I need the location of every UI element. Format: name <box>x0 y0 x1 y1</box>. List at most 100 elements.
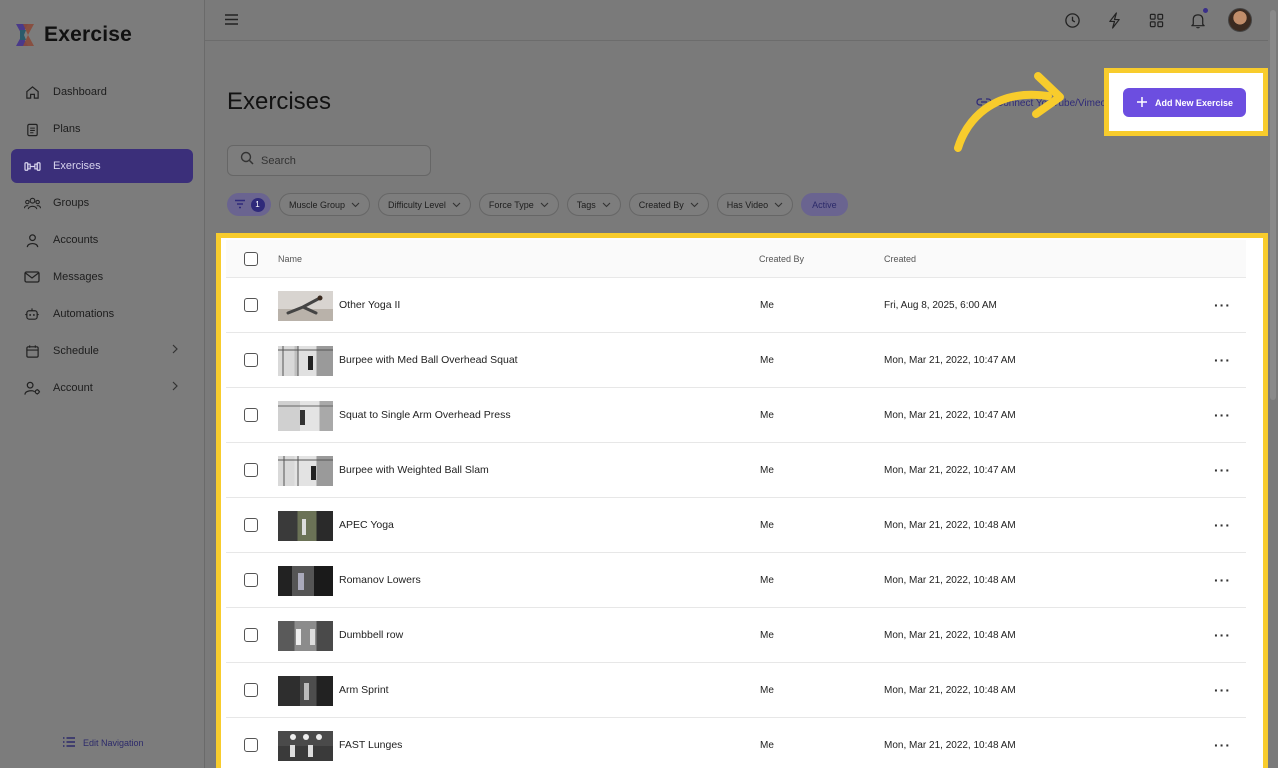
filter-label: Difficulty Level <box>388 199 446 210</box>
created-date: Mon, Mar 21, 2022, 10:47 AM <box>884 464 1016 476</box>
lightning-icon[interactable] <box>1102 8 1126 32</box>
home-icon <box>23 83 41 101</box>
row-checkbox[interactable] <box>244 738 258 752</box>
chevron-down-icon <box>774 200 783 210</box>
filter-tags[interactable]: Tags <box>566 193 621 216</box>
created-date: Mon, Mar 21, 2022, 10:48 AM <box>884 574 1016 586</box>
avatar[interactable] <box>1228 8 1252 32</box>
filter-muscle-group[interactable]: Muscle Group <box>279 193 371 216</box>
filter-created-by[interactable]: Created By <box>628 193 709 216</box>
sidebar-item-dashboard[interactable]: Dashboard <box>11 75 193 109</box>
add-new-exercise-button[interactable]: Add New Exercise <box>1123 88 1246 117</box>
exercise-thumbnail <box>278 401 333 431</box>
chevron-right-icon <box>171 381 179 394</box>
notification-dot <box>1203 8 1208 13</box>
add-new-exercise-label: Add New Exercise <box>1154 97 1234 108</box>
table-row[interactable]: Romanov Lowers Me Mon, Mar 21, 2022, 10:… <box>226 553 1246 608</box>
exercise-name: Other Yoga II <box>339 299 401 311</box>
more-options-icon[interactable]: ··· <box>1214 352 1231 368</box>
chevron-down-icon <box>540 200 549 210</box>
bell-icon[interactable] <box>1186 8 1210 32</box>
search-input[interactable] <box>261 154 411 167</box>
table-row[interactable]: FAST Lunges Me Mon, Mar 21, 2022, 10:48 … <box>226 718 1246 768</box>
table-row[interactable]: Squat to Single Arm Overhead Press Me Mo… <box>226 388 1246 443</box>
row-checkbox[interactable] <box>244 518 258 532</box>
exercise-name: APEC Yoga <box>339 519 394 531</box>
filter-label: Muscle Group <box>289 199 346 210</box>
sidebar-item-messages[interactable]: Messages <box>11 260 193 294</box>
page-scrollbar[interactable] <box>1270 10 1276 400</box>
row-checkbox[interactable] <box>244 628 258 642</box>
row-checkbox[interactable] <box>244 573 258 587</box>
sidebar-item-label: Exercises <box>53 160 101 172</box>
edit-navigation-link[interactable]: Edit Navigation <box>62 736 144 750</box>
app-logo[interactable]: Exercise <box>14 22 132 48</box>
chevron-down-icon <box>602 200 611 210</box>
filter-toggle-button[interactable]: 1 <box>227 193 271 216</box>
select-all-checkbox[interactable] <box>244 252 258 266</box>
dumbbell-icon <box>23 157 41 175</box>
exercise-name: Arm Sprint <box>339 684 389 696</box>
row-checkbox[interactable] <box>244 353 258 367</box>
sidebar-item-schedule[interactable]: Schedule <box>11 334 193 368</box>
column-header-name[interactable]: Name <box>278 254 302 264</box>
exercise-name: Burpee with Weighted Ball Slam <box>339 464 489 476</box>
clock-icon[interactable] <box>1060 8 1084 32</box>
sidebar-item-automations[interactable]: Automations <box>11 297 193 331</box>
more-options-icon[interactable]: ··· <box>1214 517 1231 533</box>
more-options-icon[interactable]: ··· <box>1214 407 1231 423</box>
more-options-icon[interactable]: ··· <box>1214 682 1231 698</box>
row-checkbox[interactable] <box>244 683 258 697</box>
exercise-name: Squat to Single Arm Overhead Press <box>339 409 511 421</box>
table-row[interactable]: Arm Sprint Me Mon, Mar 21, 2022, 10:48 A… <box>226 663 1246 718</box>
sidebar-item-accounts[interactable]: Accounts <box>11 223 193 257</box>
created-by: Me <box>760 464 774 476</box>
exercise-thumbnail <box>278 346 333 376</box>
filter-active[interactable]: Active <box>801 193 848 216</box>
table-row[interactable]: Other Yoga II Me Fri, Aug 8, 2025, 6:00 … <box>226 278 1246 333</box>
table-row[interactable]: Burpee with Med Ball Overhead Squat Me M… <box>226 333 1246 388</box>
sidebar-item-exercises[interactable]: Exercises <box>11 149 193 183</box>
sidebar-item-label: Groups <box>53 197 90 209</box>
more-options-icon[interactable]: ··· <box>1214 572 1231 588</box>
table-row[interactable]: APEC Yoga Me Mon, Mar 21, 2022, 10:48 AM… <box>226 498 1246 553</box>
app-name: Exercise <box>44 23 133 46</box>
filter-force-type[interactable]: Force Type <box>478 193 559 216</box>
exercise-thumbnail <box>278 511 333 541</box>
sidebar-item-plans[interactable]: Plans <box>11 112 193 146</box>
grid-icon[interactable] <box>1144 8 1168 32</box>
table-row[interactable]: Burpee with Weighted Ball Slam Me Mon, M… <box>226 443 1246 498</box>
plus-icon <box>1136 96 1148 110</box>
created-date: Mon, Mar 21, 2022, 10:48 AM <box>884 519 1016 531</box>
sidebar-item-account[interactable]: Account <box>11 371 193 405</box>
sidebar-nav: Dashboard Plans Exercises Groups Account… <box>11 75 193 408</box>
filter-difficulty-level[interactable]: Difficulty Level <box>378 193 471 216</box>
more-options-icon[interactable]: ··· <box>1214 297 1231 313</box>
more-options-icon[interactable]: ··· <box>1214 627 1231 643</box>
sidebar-item-label: Plans <box>53 123 81 135</box>
exercise-thumbnail <box>278 731 333 761</box>
more-options-icon[interactable]: ··· <box>1214 737 1231 753</box>
created-date: Mon, Mar 21, 2022, 10:48 AM <box>884 629 1016 641</box>
sidebar-item-label: Schedule <box>53 345 99 357</box>
search-icon <box>240 151 254 170</box>
more-options-icon[interactable]: ··· <box>1214 462 1231 478</box>
robot-icon <box>23 305 41 323</box>
sidebar: Exercise Dashboard Plans Exercises Group… <box>0 0 205 768</box>
exercise-name: Dumbbell row <box>339 629 404 641</box>
table-row[interactable]: Dumbbell row Me Mon, Mar 21, 2022, 10:48… <box>226 608 1246 663</box>
column-header-created-by[interactable]: Created By <box>759 254 804 264</box>
groups-icon <box>23 194 41 212</box>
sidebar-item-groups[interactable]: Groups <box>11 186 193 220</box>
created-by: Me <box>760 354 774 366</box>
row-checkbox[interactable] <box>244 298 258 312</box>
column-header-created[interactable]: Created <box>884 254 916 264</box>
page-title: Exercises <box>227 88 332 115</box>
hamburger-menu-icon[interactable] <box>224 13 239 31</box>
row-checkbox[interactable] <box>244 463 258 477</box>
sidebar-item-label: Messages <box>53 271 104 283</box>
row-checkbox[interactable] <box>244 408 258 422</box>
created-by: Me <box>760 299 774 311</box>
search-box[interactable] <box>227 145 431 176</box>
filter-has-video[interactable]: Has Video <box>716 193 794 216</box>
